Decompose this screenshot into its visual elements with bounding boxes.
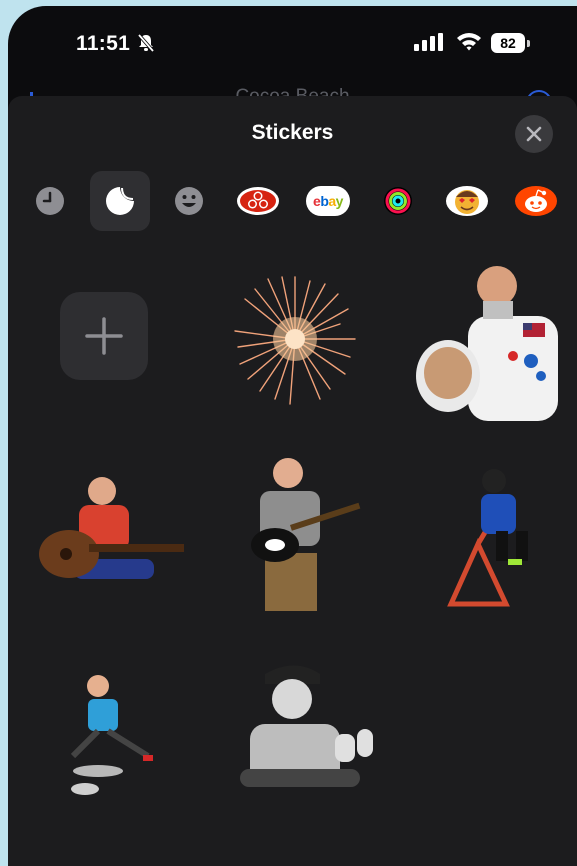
sticker-fireworks[interactable] xyxy=(220,264,370,414)
add-sticker-button[interactable] xyxy=(60,292,148,380)
battery-tip xyxy=(527,40,530,47)
thumbs-up-sticker-image xyxy=(240,665,373,787)
sticker-electric-guitar[interactable] xyxy=(222,448,372,618)
emoji-face-icon xyxy=(446,186,488,216)
electric-guitar-sticker-image xyxy=(250,458,360,611)
activity-rings-icon xyxy=(384,187,412,215)
clock-icon xyxy=(36,187,64,215)
tab-state-farm[interactable] xyxy=(228,171,288,231)
reddit-logo-icon xyxy=(515,186,557,216)
status-time: 11:51 xyxy=(76,32,131,55)
wifi-icon xyxy=(456,31,482,56)
status-bar: 11:51 82 xyxy=(8,6,577,66)
tab-ebay[interactable]: ebay xyxy=(298,171,358,231)
sticker-climbing-child[interactable] xyxy=(426,464,566,614)
scooter-child-sticker-image xyxy=(70,675,153,795)
close-button[interactable] xyxy=(515,115,553,153)
ebay-logo-icon: ebay xyxy=(306,186,350,216)
sheet-title: Stickers xyxy=(251,121,334,144)
sticker-scooter-child[interactable] xyxy=(48,661,178,811)
tab-reddit[interactable] xyxy=(506,171,566,231)
bell-muted-icon xyxy=(136,33,156,58)
tab-activity[interactable] xyxy=(368,171,428,231)
smiley-icon xyxy=(175,187,203,215)
sticker-thumbs-up[interactable] xyxy=(220,651,380,796)
tab-memoji[interactable] xyxy=(159,171,219,231)
plus-icon xyxy=(85,317,123,355)
stickers-sheet: Stickers e b a y xyxy=(8,96,577,866)
climbing-child-sticker-image xyxy=(447,469,528,607)
astronaut-sticker-image xyxy=(416,266,558,421)
tab-emoji-app[interactable] xyxy=(437,171,497,231)
close-icon xyxy=(526,126,542,142)
battery-level: 82 xyxy=(491,33,525,53)
sticker-peel-icon xyxy=(106,187,134,215)
acoustic-guitar-sticker-image xyxy=(39,476,184,579)
sticker-acoustic-guitar[interactable] xyxy=(24,456,194,606)
phone-screen: 11:51 82 Co xyxy=(8,6,577,866)
sticker-astronaut[interactable] xyxy=(403,256,573,426)
tab-stickers[interactable] xyxy=(90,171,150,231)
tab-recents[interactable] xyxy=(20,171,80,231)
fireworks-sticker-image xyxy=(234,276,356,405)
cellular-signal-icon xyxy=(414,33,444,56)
state-farm-logo-icon xyxy=(237,187,279,215)
